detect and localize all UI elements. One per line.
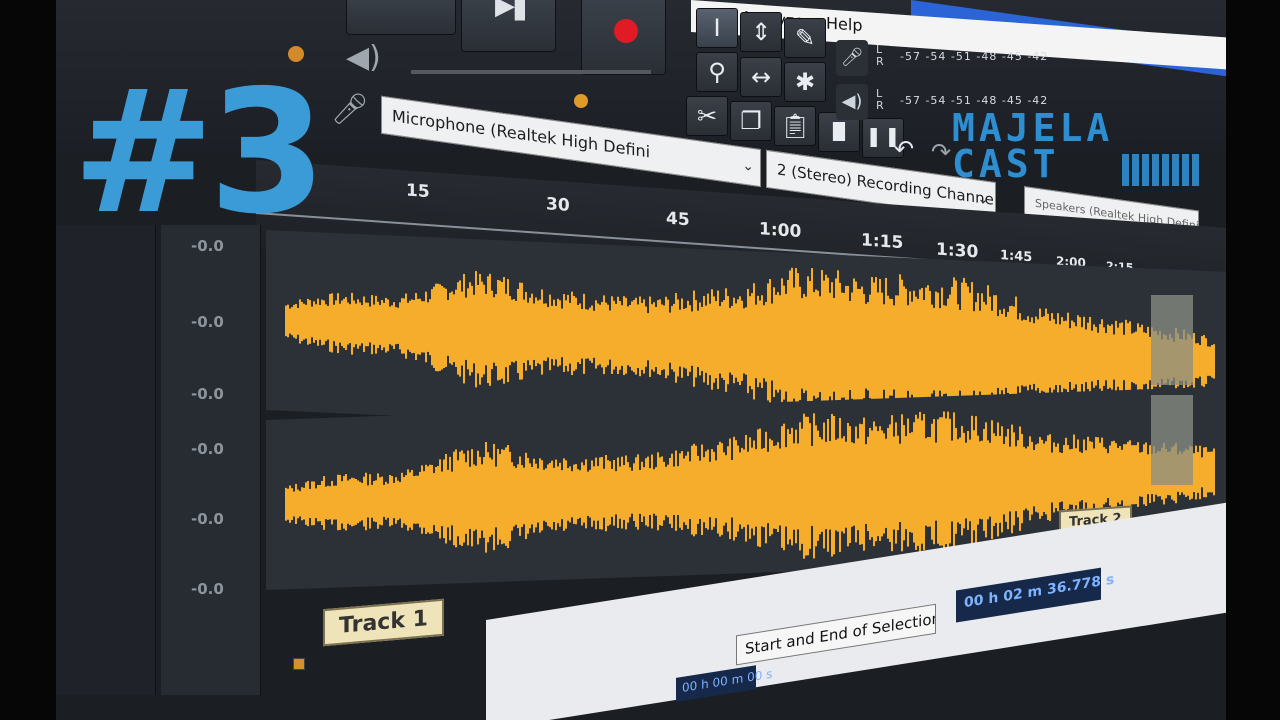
selection-mode-select[interactable]: Start and End of Selection: [736, 603, 936, 666]
meter-channel-labels: LR: [876, 43, 885, 68]
recording-volume-slider-track[interactable]: [411, 70, 651, 74]
track-scale-panel: -0.0 -0.0 -0.0 -0.0 -0.0 -0.0: [161, 225, 261, 695]
recording-meter[interactable]: LR -57 -54 -51 -48 -45 -42: [876, 44, 1126, 70]
microphone-icon[interactable]: 🎤︎: [836, 40, 868, 76]
episode-number: #3: [72, 54, 327, 252]
meter-channel-labels: LR: [876, 87, 885, 112]
playback-volume-icon: ◀): [346, 40, 381, 75]
selection-region[interactable]: [1151, 395, 1193, 485]
ruler-tick: 30: [546, 194, 570, 216]
paste-icon[interactable]: 📋︎: [774, 106, 816, 146]
undo-icon[interactable]: ↶: [894, 135, 928, 169]
recording-meter-scale: -57 -54 -51 -48 -45 -42: [900, 50, 1049, 63]
clip-marker[interactable]: [293, 658, 305, 670]
db-scale-label: -0.0: [191, 510, 224, 528]
ruler-tick: 45: [666, 208, 690, 231]
ruler-tick: 15: [406, 180, 430, 203]
chevron-down-icon: ⌄: [742, 157, 754, 176]
selection-tool-icon[interactable]: I: [696, 8, 738, 48]
db-scale-label: -0.0: [191, 580, 224, 598]
db-scale-label: -0.0: [191, 313, 224, 331]
record-button[interactable]: [581, 0, 666, 75]
right-letterbox: [1226, 0, 1280, 720]
envelope-tool-icon[interactable]: ⇕: [740, 12, 782, 52]
selection-region[interactable]: [1151, 295, 1193, 385]
clip-label-track-1[interactable]: Track 1: [323, 598, 444, 647]
zoom-tool-icon[interactable]: ⚲: [696, 52, 738, 92]
logo-bars-graphic: [1122, 154, 1202, 186]
ruler-tick: 1:15: [861, 230, 904, 254]
left-letterbox: [0, 0, 56, 720]
track-control-panel[interactable]: [56, 225, 156, 695]
draw-tool-icon[interactable]: ✎: [784, 18, 826, 58]
skip-start-button[interactable]: [346, 0, 456, 35]
selection-end-time[interactable]: 00 h 02 m 36.778 s: [956, 567, 1114, 623]
multi-tool-icon[interactable]: ✱: [784, 62, 826, 102]
skip-end-icon: ▶▌: [495, 0, 535, 21]
record-icon: [614, 19, 638, 43]
ruler-tick: 1:00: [759, 219, 802, 243]
chevron-down-icon: ⌄: [977, 190, 989, 209]
logo-line-1: MAJELA: [952, 106, 1114, 150]
selection-start-time[interactable]: 00 h 00 m 00 s: [676, 665, 772, 702]
db-scale-label: -0.0: [191, 440, 224, 458]
speaker-icon[interactable]: ◀): [836, 84, 868, 120]
recording-volume-icon: 🎤︎: [331, 92, 370, 127]
copy-icon[interactable]: ❐: [730, 101, 772, 141]
timeshift-tool-icon[interactable]: ↔: [740, 57, 782, 97]
brand-logo: MAJELA CAST: [952, 106, 1204, 190]
menu-help[interactable]: Help: [826, 13, 862, 35]
recording-volume-slider-knob[interactable]: [574, 94, 588, 108]
cut-icon[interactable]: ✂: [686, 96, 728, 136]
skip-end-button[interactable]: ▶▌: [461, 0, 556, 52]
db-scale-label: -0.0: [191, 385, 224, 403]
